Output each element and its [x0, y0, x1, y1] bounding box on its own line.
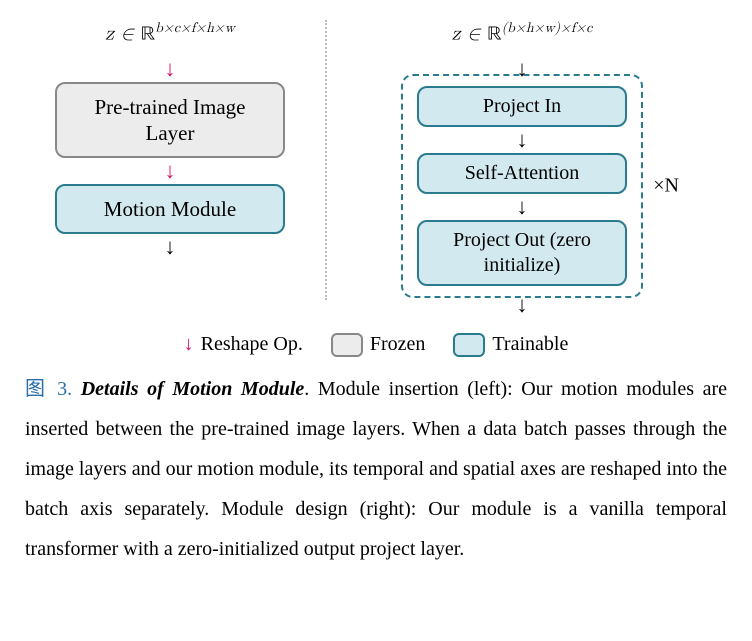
legend-trainable: Trainable	[453, 333, 568, 357]
legend-label: Reshape Op.	[201, 333, 303, 356]
flow-arrow-icon: ↓	[165, 236, 176, 258]
right-column: z ∈ ℝ(b×h×w)×f×c ↓ Project In ↓ Self-Att…	[337, 20, 707, 318]
frozen-swatch-icon	[331, 333, 363, 357]
self-attention-box: Self-Attention	[417, 153, 627, 194]
pretrained-image-layer-box: Pre-trained Image Layer	[55, 82, 285, 159]
right-tensor-shape: z ∈ ℝ(b×h×w)×f×c	[452, 20, 593, 48]
reshape-arrow-icon: ↓	[165, 58, 176, 80]
left-tensor-shape: z ∈ ℝb×c×f×h×w	[105, 20, 235, 48]
legend-label: Trainable	[492, 333, 568, 356]
project-in-box: Project In	[417, 86, 627, 127]
trainable-swatch-icon	[453, 333, 485, 357]
legend-frozen: Frozen	[331, 333, 426, 357]
figure-body: . Module insertion (left): Our motion mo…	[25, 378, 727, 560]
legend: ↓ Reshape Op. Frozen Trainable	[25, 333, 727, 357]
legend-label: Frozen	[370, 333, 426, 356]
transformer-block: Project In ↓ Self-Attention ↓ Project Ou…	[401, 74, 643, 298]
left-column: z ∈ ℝb×c×f×h×w ↓ Pre-trained Image Layer…	[25, 20, 315, 260]
motion-module-box: Motion Module	[55, 184, 285, 234]
repeat-n-label: ×N	[653, 174, 679, 197]
figure-caption: 图 3. Details of Motion Module. Module in…	[25, 369, 727, 569]
project-out-box: Project Out (zero initialize)	[417, 220, 627, 286]
flow-arrow-icon: ↓	[517, 196, 528, 218]
reshape-arrow-icon: ↓	[165, 160, 176, 182]
column-divider	[325, 20, 327, 300]
figure-number: 图 3.	[25, 378, 72, 400]
figure-diagram: z ∈ ℝb×c×f×h×w ↓ Pre-trained Image Layer…	[25, 20, 727, 318]
flow-arrow-icon: ↓	[517, 129, 528, 151]
flow-arrow-icon: ↓	[517, 58, 528, 80]
reshape-arrow-icon: ↓	[184, 333, 194, 356]
figure-title: Details of Motion Module	[81, 378, 305, 400]
legend-reshape: ↓ Reshape Op.	[184, 333, 303, 356]
